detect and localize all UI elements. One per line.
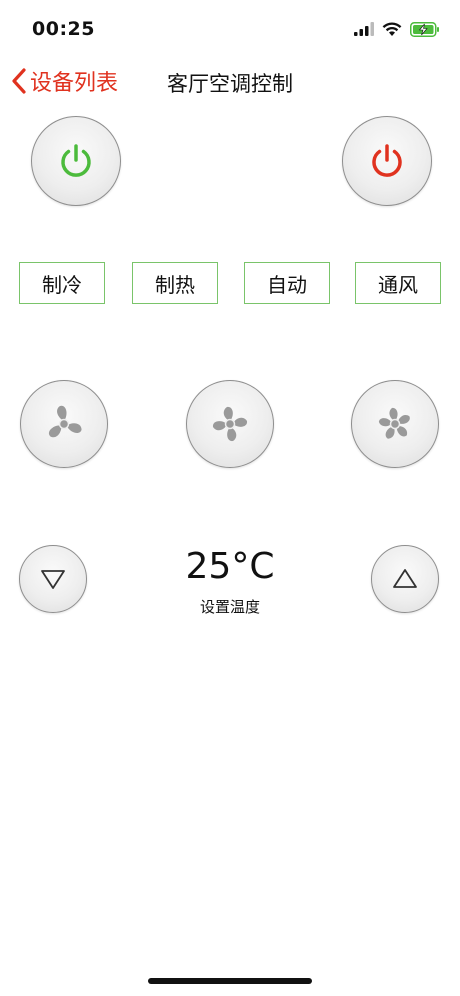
- power-on-icon: [61, 144, 91, 177]
- fan-high-button[interactable]: [351, 380, 439, 468]
- power-on-button[interactable]: [31, 116, 121, 206]
- mode-heat-button[interactable]: 制热: [132, 262, 218, 304]
- fan-high-icon: [378, 407, 410, 439]
- power-off-button[interactable]: [342, 116, 432, 206]
- status-bar: 00:25: [0, 0, 460, 56]
- triangle-up-icon: [393, 569, 417, 588]
- page-title-text: 客厅空调控制: [167, 72, 293, 96]
- temperature-label: 设置温度: [199, 598, 260, 616]
- home-indicator[interactable]: [148, 978, 312, 984]
- nav-bar: 设备列表 客厅空调控制: [0, 56, 460, 108]
- mode-auto-button[interactable]: 自动: [244, 262, 330, 304]
- fan-medium-button[interactable]: [186, 380, 274, 468]
- mode-fan-button[interactable]: 通风: [355, 262, 441, 304]
- battery-charging-icon: [410, 21, 439, 37]
- mode-cool-button[interactable]: 制冷: [19, 262, 105, 304]
- mode-cool-label: 制冷: [42, 272, 82, 297]
- status-icons: [354, 20, 440, 38]
- temp-down-button[interactable]: [19, 545, 87, 613]
- fan-low-icon: [48, 405, 82, 438]
- temperature-value: 25°C: [185, 546, 275, 587]
- temp-up-button[interactable]: [371, 545, 439, 613]
- mode-fan-label: 通风: [378, 272, 418, 297]
- signal-icon: [354, 22, 374, 36]
- page-title: 客厅空调控制: [0, 68, 460, 98]
- triangle-down-icon: [41, 570, 65, 589]
- mode-auto-label: 自动: [267, 272, 307, 297]
- power-off-icon: [372, 144, 402, 177]
- wifi-icon: [382, 21, 402, 36]
- status-time: 00:25: [32, 18, 95, 40]
- fan-low-button[interactable]: [20, 380, 108, 468]
- mode-heat-label: 制热: [155, 272, 195, 297]
- fan-medium-icon: [212, 406, 248, 442]
